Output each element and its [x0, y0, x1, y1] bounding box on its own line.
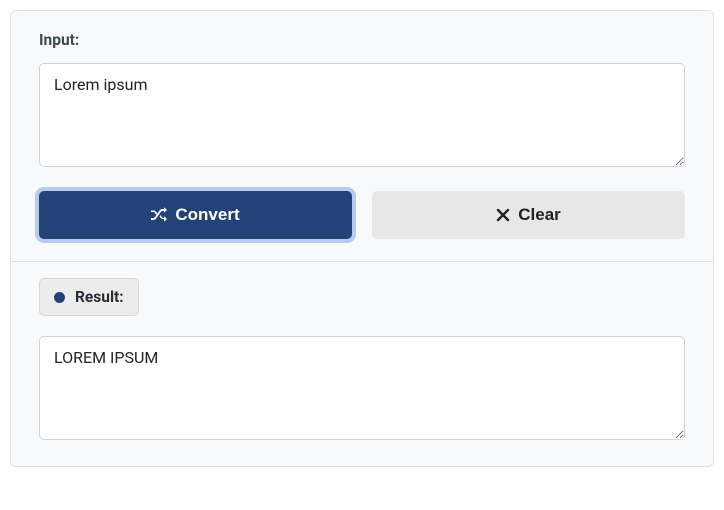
convert-button-label: Convert	[175, 205, 239, 225]
button-row: Convert Clear	[39, 191, 685, 239]
result-textarea[interactable]	[39, 336, 685, 440]
close-icon	[496, 208, 510, 222]
input-label: Input:	[39, 31, 685, 49]
shuffle-icon	[151, 207, 167, 223]
circle-icon	[54, 292, 65, 303]
input-textarea[interactable]	[39, 63, 685, 167]
result-label: Result:	[75, 288, 124, 306]
result-badge: Result:	[39, 278, 139, 316]
convert-button[interactable]: Convert	[39, 191, 352, 239]
result-section: Result:	[11, 262, 713, 466]
input-section: Input: Convert Clear	[11, 11, 713, 262]
clear-button-label: Clear	[518, 205, 561, 225]
clear-button[interactable]: Clear	[372, 191, 685, 239]
converter-card: Input: Convert Clear	[10, 10, 714, 467]
